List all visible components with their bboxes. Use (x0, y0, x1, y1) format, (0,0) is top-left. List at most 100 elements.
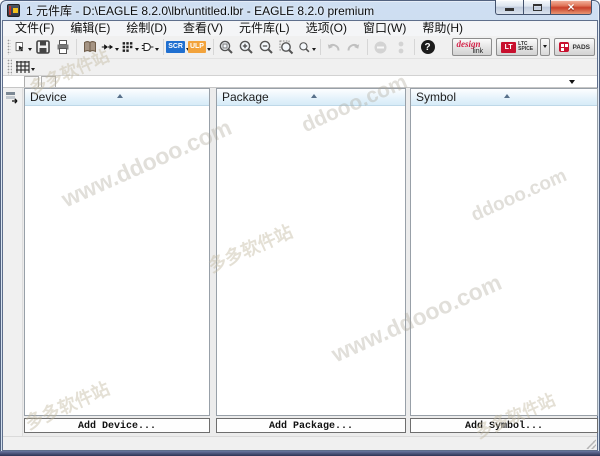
pads-label: PADS (572, 44, 590, 51)
library-book-button[interactable] (80, 37, 100, 57)
package-list (217, 106, 405, 415)
open-icon (14, 39, 27, 55)
stop-button[interactable] (371, 37, 391, 57)
menu-help[interactable]: 帮助(H) (414, 21, 471, 36)
ltspice-label-line2: SPICE (518, 47, 533, 52)
maximize-icon (533, 4, 542, 11)
zoom-in-button[interactable] (237, 37, 257, 57)
toolbar-separator (320, 39, 321, 55)
package-panel: Package Add Package... (216, 88, 406, 433)
redo-icon (345, 40, 362, 55)
package-dropdown-caret[interactable] (135, 48, 139, 53)
resize-grip[interactable] (586, 439, 596, 449)
package-header-label: Package (222, 90, 269, 104)
zoom-fit-icon (218, 39, 235, 56)
undo-button[interactable] (324, 37, 344, 57)
pads-button[interactable]: PADS (554, 38, 595, 56)
zoom-in-icon (238, 39, 255, 56)
sort-ascending-icon (504, 91, 510, 98)
eagle-library-window: 多多软件站 www.ddooo.com ddooo.com 多多软件站 www.… (0, 0, 600, 456)
device-header-label: Device (30, 90, 67, 104)
help-button[interactable]: ? (418, 37, 438, 57)
library-overview: Device Add Device... Package Add Package… (3, 88, 597, 436)
editor-tab[interactable] (24, 76, 39, 87)
editor-tab[interactable] (41, 76, 56, 87)
ltspice-dropdown-button[interactable] (540, 38, 550, 56)
device-list (25, 106, 209, 415)
zoom-dropdown-caret[interactable] (312, 48, 316, 53)
device-dropdown-caret[interactable] (115, 48, 119, 53)
menu-view[interactable]: 查看(V) (175, 21, 231, 36)
menu-library[interactable]: 元件库(L) (231, 21, 298, 36)
zoom-redraw-button[interactable] (297, 37, 317, 57)
stop-icon (373, 40, 388, 55)
redo-button[interactable] (344, 37, 364, 57)
open-dropdown-caret[interactable] (28, 48, 32, 53)
minimize-button[interactable] (495, 0, 523, 15)
add-package-button[interactable]: Add Package... (216, 418, 406, 433)
zoom-fit-button[interactable] (217, 37, 237, 57)
toolbar-separator (163, 39, 164, 55)
add-device-button[interactable]: Add Device... (24, 418, 210, 433)
print-button[interactable] (53, 37, 73, 57)
zoom-select-button[interactable] (277, 37, 297, 57)
ulp-dropdown-caret[interactable] (207, 48, 211, 53)
sort-ascending-icon (311, 91, 317, 98)
toolbar-grip[interactable] (7, 59, 12, 75)
add-symbol-button[interactable]: Add Symbol... (410, 418, 598, 433)
maximize-button[interactable] (523, 0, 550, 15)
load-device-button[interactable] (4, 89, 22, 105)
parameter-toolbar (3, 59, 597, 75)
menu-draw[interactable]: 绘制(D) (118, 21, 175, 36)
symbol-icon (141, 39, 154, 55)
script-button[interactable]: SCR (167, 37, 189, 57)
go-icon (397, 40, 405, 55)
toolbar-separator (414, 39, 415, 55)
left-tool-rail (3, 88, 23, 436)
book-icon (82, 39, 98, 55)
sort-ascending-icon (117, 91, 123, 98)
package-column-header[interactable]: Package (217, 89, 405, 106)
ulp-button[interactable]: ULP (189, 37, 210, 57)
save-button[interactable] (33, 37, 53, 57)
grid-dropdown-caret[interactable] (31, 68, 35, 73)
design-link-label2: link (473, 48, 484, 55)
window-title: 1 元件库 - D:\EAGLE 8.2.0\lbr\untitled.lbr … (26, 2, 374, 19)
undo-icon (325, 40, 342, 55)
symbol-column-header[interactable]: Symbol (411, 89, 597, 106)
menu-edit[interactable]: 编辑(E) (62, 21, 118, 36)
eagle-library-icon[interactable] (7, 4, 20, 17)
symbol-dropdown-caret[interactable] (155, 48, 159, 53)
go-button[interactable] (391, 37, 411, 57)
package-button[interactable] (120, 37, 140, 57)
ltspice-logo-icon: LT (501, 42, 516, 53)
pads-icon (559, 42, 569, 52)
close-button[interactable]: × (550, 0, 592, 15)
grid-button[interactable] (14, 57, 36, 77)
open-button[interactable] (13, 37, 33, 57)
menu-file[interactable]: 文件(F) (7, 21, 62, 36)
tabstrip-dropdown-caret[interactable] (569, 80, 575, 87)
menu-window[interactable]: 窗口(W) (355, 21, 414, 36)
toolbar-grip[interactable] (7, 39, 11, 55)
menu-options[interactable]: 选项(O) (298, 21, 355, 36)
main-toolbar: SCR ULP (3, 36, 597, 59)
zoom-out-button[interactable] (257, 37, 277, 57)
toolbar-separator (367, 39, 368, 55)
help-icon: ? (421, 40, 435, 54)
zoom-select-icon (278, 39, 295, 56)
device-panel: Device Add Device... (24, 88, 210, 433)
print-icon (55, 39, 71, 55)
close-icon: × (567, 1, 574, 14)
menubar: 文件(F) 编辑(E) 绘制(D) 查看(V) 元件库(L) 选项(O) 窗口(… (3, 21, 597, 36)
ltspice-button[interactable]: LT LTC SPICE (496, 38, 538, 56)
device-column-header[interactable]: Device (25, 89, 209, 106)
design-link-button[interactable]: design link (452, 38, 493, 56)
status-bar (3, 436, 597, 450)
symbol-header-label: Symbol (416, 90, 456, 104)
save-icon (35, 39, 51, 55)
device-button[interactable] (100, 37, 120, 57)
zoom-out-icon (258, 39, 275, 56)
zoom-redraw-icon (298, 39, 311, 56)
symbol-button[interactable] (140, 37, 160, 57)
